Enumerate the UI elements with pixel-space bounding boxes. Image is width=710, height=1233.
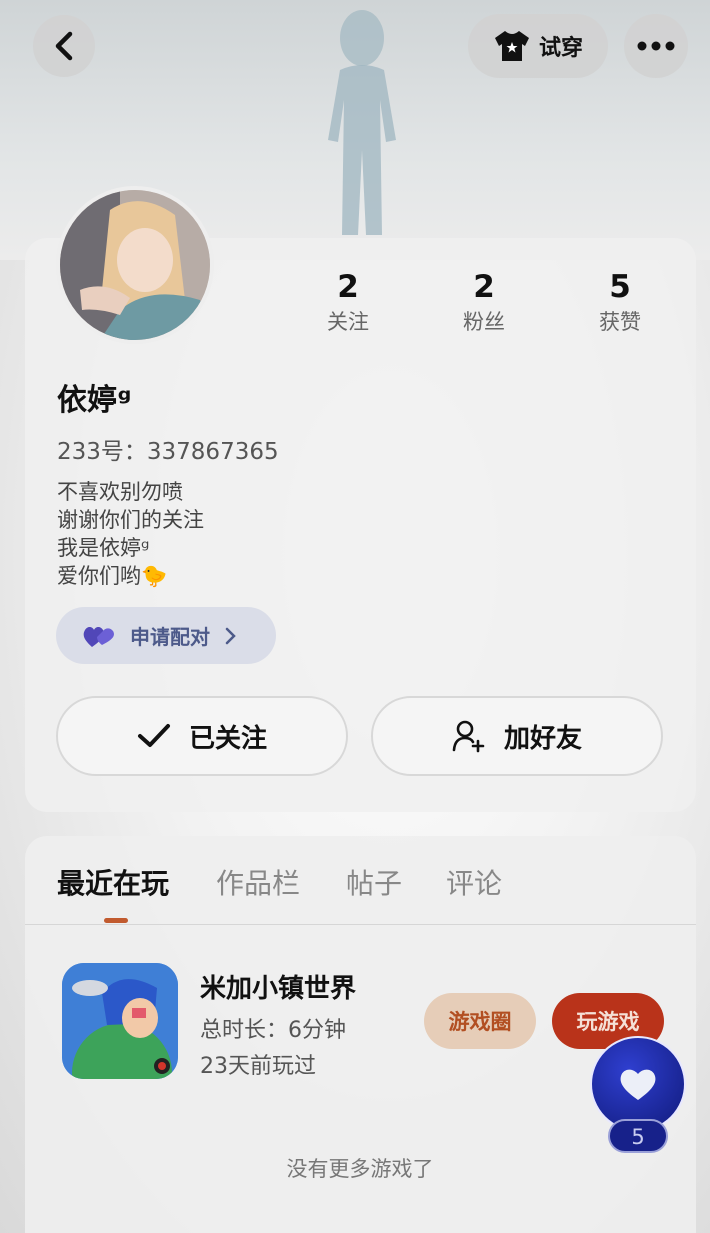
more-dots-icon — [637, 41, 675, 51]
bio-line: 我是依婷ᵍ — [57, 536, 150, 560]
heart-icon — [620, 1069, 656, 1100]
game-icon-image — [62, 963, 178, 1079]
back-button[interactable] — [33, 15, 95, 77]
more-options-button[interactable] — [624, 14, 688, 78]
try-on-button[interactable]: 试穿 — [468, 14, 608, 78]
stat-fans-value: 2 — [473, 269, 495, 305]
game-last-played: 23天前玩过 — [200, 1054, 316, 1079]
stat-likes-value: 5 — [609, 269, 631, 305]
apply-pair-button[interactable]: 申请配对 — [56, 607, 276, 664]
play-game-label: 玩游戏 — [576, 1010, 640, 1034]
stat-likes[interactable]: 5 获赞 — [570, 268, 670, 336]
bio-line: 谢谢你们的关注 — [57, 508, 204, 532]
check-icon — [137, 724, 170, 747]
nickname: 依婷ᵍ — [57, 383, 132, 418]
chevron-left-icon — [55, 31, 73, 61]
bio-line: 不喜欢别勿喷 — [57, 480, 183, 504]
followed-button[interactable]: 已关注 — [56, 696, 348, 776]
try-on-label: 试穿 — [538, 36, 583, 61]
tab-recently-played[interactable]: 最近在玩 — [57, 862, 169, 902]
avatar-3d-figure — [328, 10, 396, 235]
like-button[interactable] — [590, 1036, 686, 1132]
bio-line: 爱你们哟🐤 — [57, 564, 168, 588]
stat-likes-label: 获赞 — [599, 310, 641, 334]
active-tab-indicator — [104, 918, 128, 923]
add-user-icon — [452, 720, 485, 753]
game-circle-button[interactable]: 游戏圈 — [424, 993, 536, 1049]
stat-fans[interactable]: 2 粉丝 — [434, 268, 534, 336]
game-duration: 总时长：6分钟 — [200, 1018, 346, 1043]
tab-works[interactable]: 作品栏 — [216, 862, 300, 902]
stat-following-label: 关注 — [327, 310, 369, 334]
stat-fans-label: 粉丝 — [463, 310, 505, 334]
bio: 不喜欢别勿喷 谢谢你们的关注 我是依婷ᵍ 爱你们哟🐤 — [57, 478, 204, 590]
followed-label: 已关注 — [188, 723, 267, 754]
chevron-right-icon — [225, 627, 236, 644]
avatar-image — [60, 190, 210, 340]
add-friend-button[interactable]: 加好友 — [371, 696, 663, 776]
stat-following-value: 2 — [337, 269, 359, 305]
tab-divider — [25, 924, 696, 925]
like-count-badge: 5 — [608, 1119, 668, 1153]
game-icon[interactable] — [62, 963, 178, 1079]
stat-following[interactable]: 2 关注 — [298, 268, 398, 336]
game-circle-label: 游戏圈 — [448, 1010, 512, 1034]
avatar[interactable] — [56, 186, 214, 344]
tab-posts[interactable]: 帖子 — [346, 862, 402, 902]
add-friend-label: 加好友 — [503, 723, 582, 754]
tab-comments[interactable]: 评论 — [446, 862, 502, 902]
game-name[interactable]: 米加小镇世界 — [200, 968, 356, 1005]
no-more-games-text: 没有更多游戏了 — [286, 1157, 434, 1181]
user-id: 233号：337867365 — [57, 439, 279, 465]
double-heart-icon — [83, 626, 114, 647]
apply-pair-label: 申请配对 — [130, 625, 210, 649]
shirt-icon — [494, 31, 529, 61]
